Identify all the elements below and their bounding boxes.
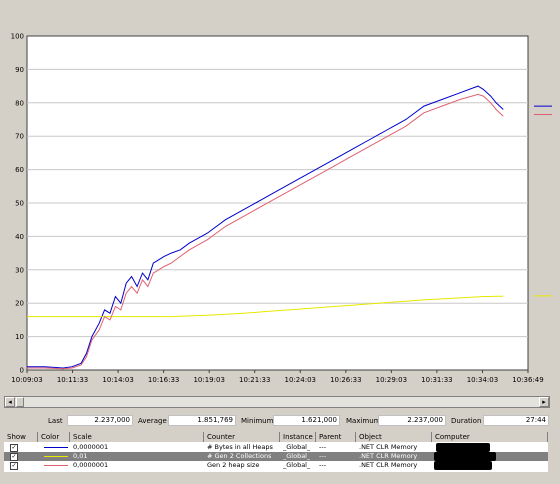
show-checkbox[interactable]: ✓: [10, 462, 18, 470]
minimum-value: 1.621,000: [273, 415, 340, 426]
series-color-swatch: [44, 456, 68, 457]
last-label: Last: [48, 417, 63, 425]
scroll-right-button[interactable]: ▸: [539, 397, 549, 407]
header-computer[interactable]: Computer: [432, 432, 548, 442]
y-tick-label: 50: [15, 200, 24, 208]
counter-cell: # Gen 2 Collections: [207, 452, 272, 460]
instance-cell: _Global_: [283, 443, 311, 451]
arrow-left-icon: ◂: [8, 398, 12, 406]
instance-cell: _Global_: [283, 461, 311, 469]
header-counter[interactable]: Counter: [204, 432, 280, 442]
y-tick-label: 90: [15, 66, 24, 74]
show-checkbox[interactable]: ✓: [10, 444, 18, 452]
y-tick-label: 100: [11, 33, 24, 41]
x-tick-label: 10:09:03: [11, 376, 42, 384]
x-tick-label: 10:19:03: [193, 376, 224, 384]
minimum-label: Minimum: [241, 417, 274, 425]
x-tick-label: 10:31:33: [421, 376, 452, 384]
parent-cell: ---: [319, 443, 327, 451]
x-tick-label: 10:21:33: [239, 376, 270, 384]
header-scale[interactable]: Scale: [70, 432, 204, 442]
scroll-left-button[interactable]: ◂: [5, 397, 15, 407]
object-cell: .NET CLR Memory: [359, 443, 418, 451]
x-tick-label: 10:36:49: [512, 376, 543, 384]
x-tick-label: 10:26:33: [330, 376, 361, 384]
header-parent[interactable]: Parent: [316, 432, 356, 442]
object-cell: .NET CLR Memory: [359, 452, 418, 460]
x-tick-label: 10:14:03: [102, 376, 133, 384]
series-color-swatch: [44, 465, 68, 466]
performance-graph: 0 10 20 30 40 50 60 70 80 90 100 10:09:03 10:11:33 10…: [11, 33, 552, 384]
y-tick-label: 80: [15, 99, 24, 107]
x-tick-label: 10:24:03: [285, 376, 316, 384]
counter-legend: Show Color Scale Counter Instance Parent…: [4, 432, 548, 472]
series-color-swatch: [44, 447, 68, 448]
average-value: 1.851,769: [168, 415, 236, 426]
x-tick-label: 10:16:33: [148, 376, 179, 384]
legend-header: Show Color Scale Counter Instance Parent…: [4, 432, 548, 442]
redacted-computer-cell: [434, 452, 496, 461]
x-tick-label: 10:29:03: [376, 376, 407, 384]
show-checkbox[interactable]: ✓: [10, 453, 18, 461]
y-tick-label: 0: [20, 367, 24, 375]
y-tick-label: 20: [15, 300, 24, 308]
scroll-thumb[interactable]: [16, 397, 24, 407]
y-tick-label: 10: [15, 333, 24, 341]
legend-row[interactable]: ✓ 0,0000001 Gen 2 heap size _Global_ ---…: [4, 461, 548, 470]
maximum-label: Maximum: [346, 417, 381, 425]
object-cell: .NET CLR Memory: [359, 461, 418, 469]
header-show[interactable]: Show: [4, 432, 38, 442]
legend-row[interactable]: ✓ 0,0000001 # Bytes in all Heaps _Global…: [4, 443, 548, 452]
scale-cell: 0,01: [73, 452, 88, 460]
counter-cell: # Bytes in all Heaps: [207, 443, 273, 451]
average-label: Average: [138, 417, 167, 425]
header-object[interactable]: Object: [356, 432, 432, 442]
maximum-value: 2.237,000: [378, 415, 446, 426]
last-value: 2.237,000: [67, 415, 133, 426]
x-tick-label: 10:34:03: [467, 376, 498, 384]
header-instance[interactable]: Instance: [280, 432, 316, 442]
instance-cell: _Global_: [283, 452, 311, 460]
scale-cell: 0,0000001: [73, 461, 109, 469]
x-tick-label: 10:11:33: [57, 376, 88, 384]
redacted-computer-cell: [434, 461, 492, 470]
arrow-right-icon: ▸: [542, 398, 546, 406]
y-tick-label: 60: [15, 166, 24, 174]
header-color[interactable]: Color: [38, 432, 70, 442]
legend-row[interactable]: ✓ 0,01 # Gen 2 Collections _Global_ --- …: [4, 452, 548, 461]
y-tick-label: 70: [15, 133, 24, 141]
scale-cell: 0,0000001: [73, 443, 109, 451]
statistics-bar: Last 2.237,000 Average 1.851,769 Minimum…: [0, 414, 560, 428]
time-scrollbar[interactable]: ◂ ▸: [4, 396, 550, 408]
parent-cell: ---: [319, 452, 327, 460]
y-tick-label: 40: [15, 233, 24, 241]
parent-cell: ---: [319, 461, 327, 469]
redacted-computer-cell: [436, 443, 490, 452]
counter-cell: Gen 2 heap size: [207, 461, 260, 469]
duration-value: 27:44: [483, 415, 549, 426]
y-tick-label: 30: [15, 266, 24, 274]
duration-label: Duration: [451, 417, 482, 425]
